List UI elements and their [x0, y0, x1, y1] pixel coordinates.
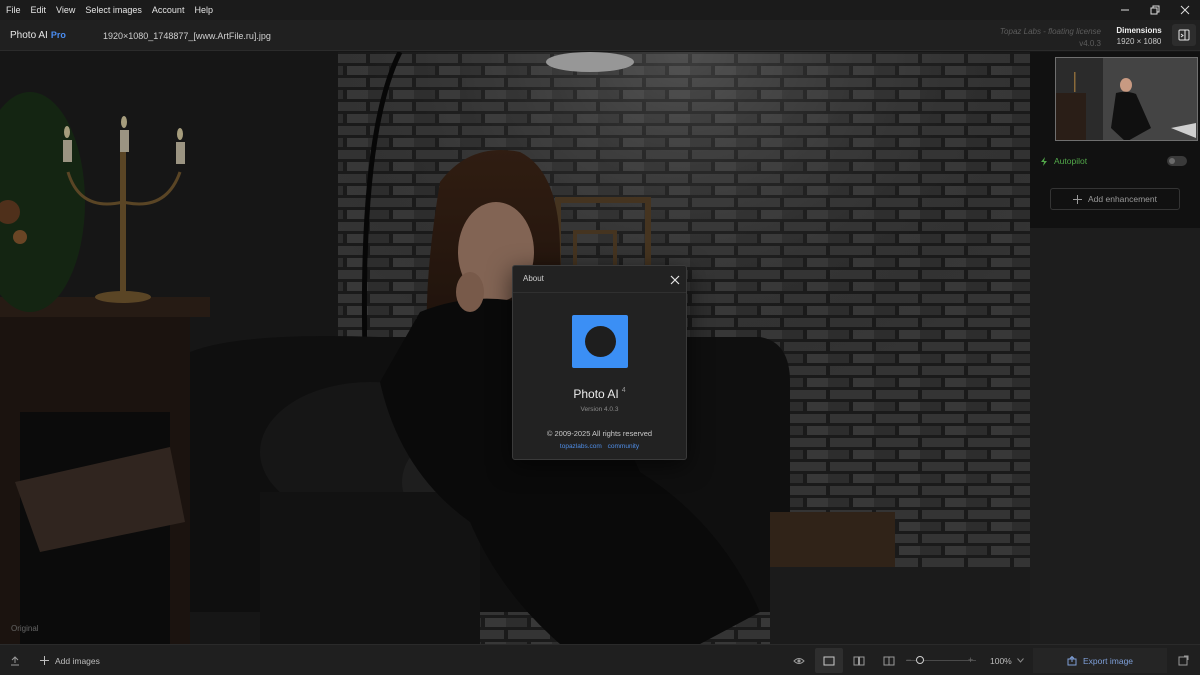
menu-select-images[interactable]: Select images	[79, 0, 146, 20]
app-logo-icon	[572, 315, 628, 368]
menu-account[interactable]: Account	[146, 0, 189, 20]
chevron-down-icon	[1016, 658, 1024, 663]
window-close-button[interactable]	[1170, 0, 1200, 20]
export-settings-button[interactable]	[1178, 645, 1189, 675]
restore-button[interactable]	[1140, 0, 1170, 20]
dimensions-value: 1920 × 1080	[1116, 37, 1162, 46]
preview-toggle-button[interactable]	[785, 648, 813, 673]
product-major-version: 4	[621, 387, 626, 394]
dialog-close-button[interactable]	[667, 272, 683, 288]
menu-bar: File Edit View Select images Account Hel…	[0, 0, 1200, 20]
split-view-icon	[883, 656, 895, 665]
single-view-icon	[823, 656, 835, 665]
eye-icon	[793, 657, 805, 664]
export-label: Export image	[1082, 655, 1134, 666]
app-brand: Photo AI Pro	[10, 30, 66, 41]
autopilot-row: Autopilot	[1040, 156, 1087, 166]
version-text: v4.0.3	[1079, 39, 1101, 48]
dimensions-info: Dimensions 1920 × 1080	[1113, 25, 1165, 47]
copyright-text: © 2009-2025 All rights reserved	[546, 429, 653, 438]
zoom-out-icon[interactable]: −	[906, 644, 911, 675]
upload-button[interactable]	[10, 645, 20, 675]
close-icon	[670, 275, 680, 285]
close-icon	[1180, 5, 1190, 15]
menu-view[interactable]: View	[50, 0, 79, 20]
product-name-text: Photo AI	[573, 387, 619, 401]
navigator-section: Autopilot Add enhancement	[1030, 52, 1200, 228]
zoom-in-icon[interactable]: +	[968, 644, 973, 675]
dialog-links: topazlabs.com community	[513, 443, 686, 450]
menu-edit[interactable]: Edit	[25, 0, 51, 20]
single-view-button[interactable]	[815, 648, 843, 673]
autopilot-label: Autopilot	[1054, 156, 1088, 166]
upload-icon	[11, 655, 19, 665]
autopilot-toggle[interactable]	[1167, 156, 1187, 166]
plus-icon	[1073, 194, 1082, 204]
website-link[interactable]: topazlabs.com	[560, 443, 602, 450]
add-enhancement-label: Add enhancement	[1088, 194, 1157, 204]
edition-badge: Pro	[50, 30, 66, 40]
add-enhancement-button[interactable]: Add enhancement	[1050, 188, 1180, 210]
minimize-button[interactable]	[1110, 0, 1140, 20]
menu-help[interactable]: Help	[188, 0, 217, 20]
side-by-side-icon	[853, 656, 865, 665]
product-version: Version 4.0.3	[580, 406, 619, 413]
export-image-button[interactable]: Export image	[1033, 648, 1167, 673]
zoom-select[interactable]: 100%	[990, 645, 1024, 675]
lightning-icon	[1041, 156, 1047, 166]
thumbnail-image	[1056, 58, 1197, 140]
side-by-side-button[interactable]	[845, 648, 873, 673]
export-icon	[1067, 655, 1077, 665]
plus-icon	[40, 656, 49, 665]
about-dialog: About Photo AI 4 Version 4.0.3 © 2009-202…	[512, 265, 687, 460]
file-tab[interactable]: 1920×1080_1748877_[www.ArtFile.ru].jpg	[103, 31, 271, 41]
add-images-label: Add images	[55, 655, 100, 666]
license-text: Topaz Labs - floating license	[999, 27, 1101, 36]
sidebar-panel-icon	[1178, 29, 1190, 41]
menu-file[interactable]: File	[0, 0, 25, 20]
bottom-toolbar: Add images − + 100% Export image	[0, 644, 1200, 675]
dialog-title: About	[523, 274, 544, 283]
add-images-button[interactable]: Add images	[40, 645, 100, 675]
dialog-header: About	[513, 266, 686, 293]
restore-icon	[1150, 5, 1160, 15]
community-link[interactable]: community	[608, 443, 639, 450]
zoom-slider-handle[interactable]	[916, 656, 924, 664]
license-info: Topaz Labs - floating license v4.0.3	[1000, 26, 1101, 50]
panel-toggle-button[interactable]	[1172, 24, 1196, 46]
right-panel: Autopilot Add enhancement	[1030, 52, 1200, 644]
product-name: Photo AI 4	[513, 387, 686, 401]
export-settings-icon	[1178, 655, 1189, 666]
navigator-thumbnail[interactable]	[1055, 57, 1198, 141]
zoom-value: 100%	[990, 655, 1012, 666]
header-bar: Photo AI Pro 1920×1080_1748877_[www.ArtFi…	[0, 20, 1200, 51]
split-view-button[interactable]	[875, 648, 903, 673]
app-name: Photo AI	[10, 30, 48, 41]
minimize-icon	[1121, 9, 1129, 11]
dimensions-label: Dimensions	[1116, 26, 1162, 35]
